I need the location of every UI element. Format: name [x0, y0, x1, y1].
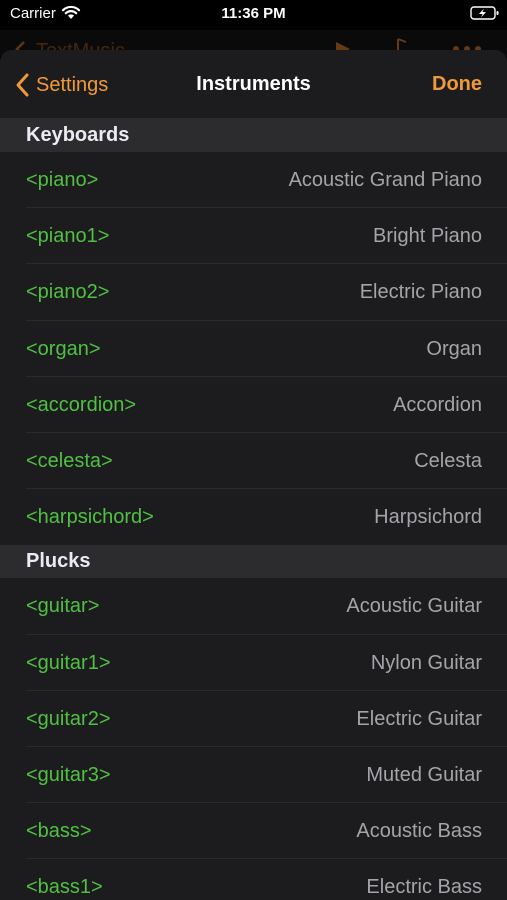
instrument-row[interactable]: <bass> Acoustic Bass	[0, 803, 507, 860]
navigation-bar: Settings Instruments Done	[0, 50, 507, 119]
instrument-tag: <celesta>	[26, 449, 113, 472]
section-header: Plucks	[0, 545, 507, 579]
section-keyboards: Keyboards <piano> Acoustic Grand Piano <…	[0, 119, 507, 546]
instrument-row[interactable]: <bass1> Electric Bass	[0, 859, 507, 900]
instrument-tag: <guitar>	[26, 595, 100, 618]
instrument-name: Electric Bass	[366, 876, 482, 899]
instrument-tag: <harpsichord>	[26, 506, 154, 529]
instrument-tag: <bass1>	[26, 876, 103, 899]
instrument-row[interactable]: <piano1> Bright Piano	[0, 208, 507, 265]
instrument-tag: <guitar1>	[26, 651, 111, 674]
instrument-tag: <accordion>	[26, 393, 137, 416]
instrument-tag: <piano1>	[26, 225, 110, 248]
instrument-tag: <piano>	[26, 169, 99, 191]
instrument-tag: <bass>	[26, 820, 92, 843]
instrument-name: Acoustic Bass	[356, 820, 482, 843]
instrument-name: Harpsichord	[374, 506, 482, 529]
instrument-row[interactable]: <guitar3> Muted Guitar	[0, 747, 507, 804]
instrument-tag: <piano2>	[26, 281, 110, 304]
instrument-row[interactable]: <guitar> Acoustic Guitar	[0, 578, 507, 635]
instrument-row[interactable]: <organ> Organ	[0, 321, 507, 377]
instrument-tag: <guitar3>	[26, 763, 111, 786]
instruments-sheet: Settings Instruments Done Keyboards <pia…	[0, 50, 507, 900]
status-bar: Carrier 11:36 PM	[0, 0, 507, 30]
status-time: 11:36 PM	[221, 5, 286, 22]
section-header: Keyboards	[0, 119, 507, 152]
instrument-row[interactable]: <guitar1> Nylon Guitar	[0, 635, 507, 691]
instrument-name: Accordion	[393, 393, 482, 416]
instrument-row[interactable]: <harpsichord> Harpsichord	[0, 489, 507, 545]
instrument-name: Muted Guitar	[366, 763, 482, 786]
instrument-row[interactable]: <celesta> Celesta	[0, 433, 507, 490]
instrument-row[interactable]: <guitar2> Electric Guitar	[0, 691, 507, 748]
instrument-name: Celesta	[414, 449, 482, 472]
section-plucks: Plucks <guitar> Acoustic Guitar <guitar1…	[0, 545, 507, 900]
battery-charging-icon	[470, 6, 499, 20]
instrument-list: <guitar> Acoustic Guitar <guitar1> Nylon…	[0, 578, 507, 900]
instrument-list: <piano> Acoustic Grand Piano <piano1> Br…	[0, 152, 507, 546]
done-button[interactable]: Done	[432, 73, 482, 96]
screen: Carrier 11:36 PM TextMusic	[0, 0, 507, 900]
instrument-tag: <organ>	[26, 337, 101, 360]
page-title: Instruments	[196, 73, 311, 95]
instrument-row[interactable]: <piano2> Electric Piano	[0, 264, 507, 321]
instrument-row[interactable]: <piano> Acoustic Grand Piano	[0, 152, 507, 209]
instrument-tag: <guitar2>	[26, 707, 111, 730]
instrument-name: Electric Guitar	[356, 707, 482, 730]
instrument-name: Acoustic Grand Piano	[288, 169, 482, 191]
instrument-name: Nylon Guitar	[370, 651, 482, 674]
instrument-name: Bright Piano	[373, 225, 482, 248]
instrument-name: Organ	[426, 337, 482, 360]
instrument-name: Acoustic Guitar	[346, 595, 482, 618]
instrument-row[interactable]: <accordion> Accordion	[0, 377, 507, 434]
instrument-name: Electric Piano	[359, 281, 482, 304]
